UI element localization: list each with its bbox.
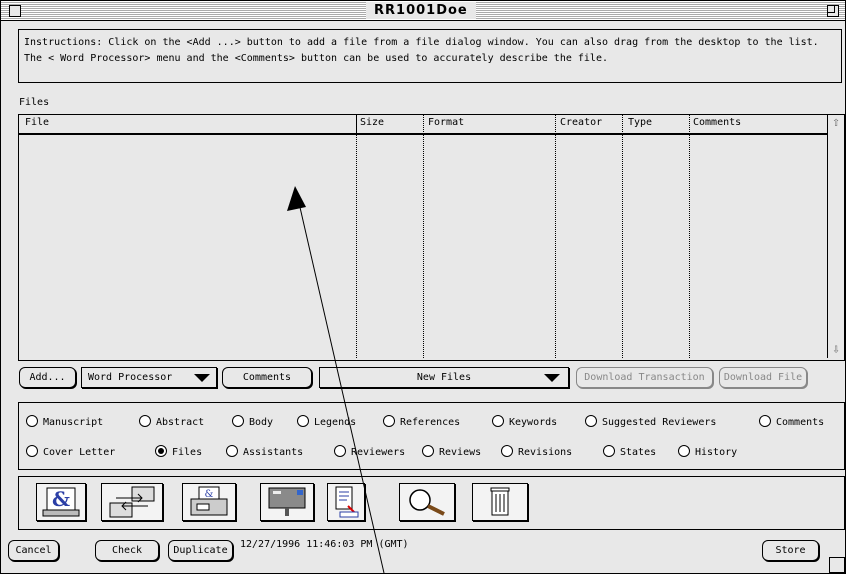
radio-abstract[interactable]: Abstract <box>139 415 205 430</box>
scroll-down-icon[interactable]: ⇩ <box>828 342 844 358</box>
radio-label: Revisions <box>518 447 573 458</box>
add-button[interactable]: Add... <box>19 367 76 388</box>
instructions-panel: Instructions: Click on the <Add ...> but… <box>18 29 842 83</box>
word-processor-label: Word Processor <box>88 372 173 383</box>
radio-circle-icon <box>759 415 771 427</box>
column-header-creator[interactable]: Creator <box>560 117 602 128</box>
radio-selected-icon <box>155 445 167 457</box>
mailbox-icon[interactable] <box>260 483 314 521</box>
vertical-scrollbar[interactable]: ⇧ ⇩ <box>827 115 844 358</box>
radio-manuscript[interactable]: Manuscript <box>26 415 104 430</box>
column-divider <box>555 115 556 358</box>
search-icon[interactable] <box>399 483 455 521</box>
radio-label: Body <box>249 417 274 428</box>
radio-label: History <box>695 447 738 458</box>
radio-keywords[interactable]: Keywords <box>492 415 558 430</box>
radio-circle-icon <box>232 415 244 427</box>
radio-body[interactable]: Body <box>232 415 274 430</box>
download-transaction-button[interactable]: Download Transaction <box>576 367 713 388</box>
window-title: RR1001Doe <box>366 2 476 19</box>
svg-text:&: & <box>52 487 70 511</box>
document-icon[interactable] <box>327 483 365 521</box>
radio-history[interactable]: History <box>678 445 738 460</box>
column-divider <box>689 115 690 358</box>
column-header-comments[interactable]: Comments <box>693 117 741 128</box>
title-bar[interactable]: RR1001Doe <box>1 1 845 21</box>
scroll-up-icon[interactable]: ⇧ <box>828 115 844 131</box>
radio-references[interactable]: References <box>383 415 461 430</box>
duplicate-button[interactable]: Duplicate <box>168 540 233 561</box>
radio-suggested-reviewers[interactable]: Suggested Reviewers <box>585 415 717 430</box>
section-radio-group: Manuscript Abstract Body Legends Referen… <box>18 402 845 470</box>
column-header-size[interactable]: Size <box>360 117 384 128</box>
svg-text:&: & <box>205 489 214 500</box>
radio-circle-icon <box>492 415 504 427</box>
column-header-type[interactable]: Type <box>628 117 652 128</box>
column-header-file[interactable]: File <box>25 117 49 128</box>
store-button[interactable]: Store <box>762 540 819 561</box>
radio-circle-icon <box>678 445 690 457</box>
radio-assistants[interactable]: Assistants <box>226 445 304 460</box>
radio-label: Cover Letter <box>43 447 116 458</box>
column-divider <box>356 115 357 358</box>
column-divider <box>423 115 424 358</box>
column-header-format[interactable]: Format <box>428 117 464 128</box>
radio-circle-icon <box>603 445 615 457</box>
comments-button[interactable]: Comments <box>222 367 312 388</box>
radio-files[interactable]: Files <box>155 445 203 460</box>
close-box[interactable] <box>9 5 21 17</box>
tools-panel: & & <box>18 476 845 530</box>
radio-circle-icon <box>422 445 434 457</box>
radio-label: References <box>400 417 461 428</box>
chevron-down-icon <box>194 374 210 382</box>
radio-label: Reviews <box>439 447 482 458</box>
radio-cover-letter[interactable]: Cover Letter <box>26 445 116 460</box>
radio-label: Manuscript <box>43 417 104 428</box>
word-processor-icon[interactable]: & <box>36 483 86 521</box>
radio-circle-icon <box>585 415 597 427</box>
radio-revisions[interactable]: Revisions <box>501 445 573 460</box>
radio-reviewers[interactable]: Reviewers <box>334 445 406 460</box>
files-label: Files <box>19 97 50 108</box>
radio-label: Assistants <box>243 447 304 458</box>
files-table[interactable]: File Size Format Creator Type Comments ⇧… <box>18 114 845 361</box>
radio-label: States <box>620 447 657 458</box>
download-file-button[interactable]: Download File <box>719 367 807 388</box>
radio-label: Comments <box>776 417 825 428</box>
radio-states[interactable]: States <box>603 445 657 460</box>
radio-circle-icon <box>297 415 309 427</box>
transfer-icon[interactable] <box>101 483 163 521</box>
chevron-down-icon <box>544 374 560 382</box>
instructions-text: Instructions: Click on the <Add ...> but… <box>24 37 819 64</box>
radio-legends[interactable]: Legends <box>297 415 357 430</box>
radio-label: Files <box>172 447 203 458</box>
radio-label: Keywords <box>509 417 558 428</box>
zoom-box[interactable] <box>827 5 839 17</box>
radio-circle-icon <box>226 445 238 457</box>
printer-icon[interactable]: & <box>182 483 236 521</box>
radio-circle-icon <box>383 415 395 427</box>
radio-reviews[interactable]: Reviews <box>422 445 482 460</box>
app-window: RR1001Doe Instructions: Click on the <Ad… <box>0 0 846 574</box>
check-button[interactable]: Check <box>95 540 159 561</box>
trash-icon[interactable] <box>472 483 528 521</box>
radio-circle-icon <box>26 445 38 457</box>
file-category-menu[interactable]: New Files <box>319 367 569 388</box>
radio-circle-icon <box>26 415 38 427</box>
radio-circle-icon <box>334 445 346 457</box>
timestamp: 12/27/1996 11:46:03 PM (GMT) <box>240 539 409 550</box>
radio-label: Abstract <box>156 417 205 428</box>
word-processor-menu[interactable]: Word Processor <box>81 367 217 388</box>
column-divider <box>622 115 623 358</box>
cancel-button[interactable]: Cancel <box>8 540 59 561</box>
radio-label: Reviewers <box>351 447 406 458</box>
radio-circle-icon <box>139 415 151 427</box>
radio-circle-icon <box>501 445 513 457</box>
resize-handle[interactable] <box>829 557 845 573</box>
radio-comments[interactable]: Comments <box>759 415 825 430</box>
radio-label: Legends <box>314 417 357 428</box>
radio-label: Suggested Reviewers <box>602 417 717 428</box>
file-category-label: New Files <box>416 372 472 383</box>
